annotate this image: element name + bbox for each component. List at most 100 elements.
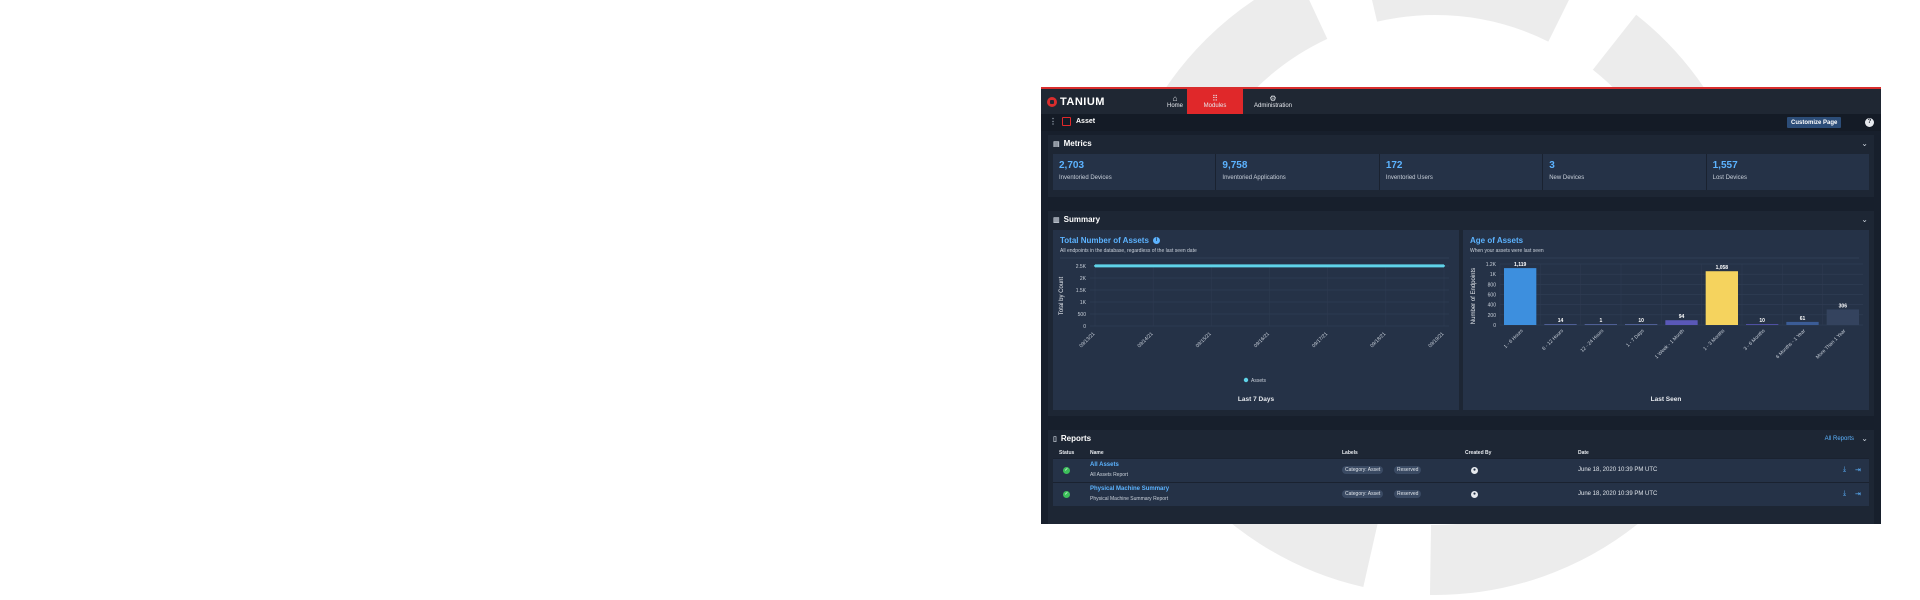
metric-value: 172 [1385, 160, 1403, 171]
legend-label: Assets [1251, 378, 1267, 384]
x-tick-label: 1 Week - 1 Month [1654, 328, 1686, 360]
reports-table-header: Status Name Labels Created By Date [1053, 448, 1869, 458]
bar [1584, 324, 1617, 325]
x-tick-label: 6 - 12 Hours [1541, 328, 1565, 352]
y-axis-label: Total by Count [1059, 276, 1065, 315]
label-chip[interactable]: Reserved [1394, 466, 1422, 474]
y-tick-label: 800 [1488, 282, 1497, 288]
legend-swatch [1243, 377, 1249, 383]
summary-header[interactable]: ▥ Summary [1053, 215, 1100, 224]
data-point [1326, 264, 1329, 267]
x-tick-label: 6 Months - 1 Year [1775, 328, 1807, 360]
metrics-header[interactable]: ▤ Metrics [1053, 139, 1092, 148]
summary-collapse-chevron-icon[interactable]: ⌄ [1861, 215, 1868, 224]
report-name-link[interactable]: Physical Machine Summary [1090, 486, 1169, 492]
col-date[interactable]: Date [1578, 450, 1589, 456]
reports-header[interactable]: ▯ Reports [1053, 434, 1091, 443]
all-reports-link[interactable]: All Reports [1825, 436, 1854, 442]
data-point [1443, 264, 1445, 267]
metric-value: 1,557 [1712, 160, 1738, 171]
summary-section: ▥ Summary ⌄ Total Number of Assets i All… [1048, 211, 1874, 416]
metric-label: Lost Devices [1712, 175, 1747, 181]
metric-inventoried-devices[interactable]: 2,703 Inventoried Devices [1053, 154, 1217, 190]
home-icon: ⌂ [1172, 94, 1178, 103]
bar-value-label: 94 [1679, 314, 1685, 320]
age-of-assets-panel: Age of Assets When your assets were last… [1463, 230, 1869, 410]
bar [1746, 324, 1779, 325]
nav-modules-label: Modules [1203, 103, 1227, 109]
tanium-logo[interactable]: TANIUM [1047, 96, 1105, 108]
y-tick-label: 400 [1488, 303, 1497, 309]
nav-home-label: Home [1166, 103, 1183, 109]
metric-inventoried-users[interactable]: 172 Inventoried Users [1380, 154, 1544, 190]
x-tick-label: 3 - 6 Months [1743, 328, 1767, 352]
report-name-link[interactable]: All Assets [1090, 462, 1119, 468]
export-icon[interactable]: ⇥ [1855, 490, 1861, 498]
metric-label: Inventoried Devices [1059, 175, 1112, 181]
metric-label: New Devices [1549, 175, 1585, 181]
bar-value-label: 1,119 [1514, 262, 1526, 268]
x-tick-label: 09/16/21 [1253, 331, 1271, 349]
chart-subtitle: All endpoints in the database, regardles… [1060, 248, 1197, 254]
info-icon[interactable]: i [1152, 237, 1160, 244]
nav-administration-label: Administration [1253, 103, 1292, 109]
col-name[interactable]: Name [1090, 450, 1104, 456]
x-tick-label: 09/15/21 [1195, 331, 1213, 349]
data-point [1268, 264, 1271, 267]
nav-administration[interactable]: ⚙ Administration [1243, 89, 1303, 114]
top-navigation: TANIUM ⌂ Home ⠿ Modules ⚙ Administration [1041, 89, 1881, 114]
bar [1625, 324, 1658, 325]
tanium-asset-window: TANIUM ⌂ Home ⠿ Modules ⚙ Administration… [1041, 87, 1881, 524]
table-row[interactable]: ✓ All Assets All Assets Report Category:… [1053, 458, 1869, 482]
data-point [1210, 264, 1213, 267]
gear-icon: ⚙ [1269, 94, 1277, 103]
export-icon[interactable]: ⇥ [1855, 466, 1861, 474]
col-status[interactable]: Status [1059, 450, 1074, 456]
metric-value: 3 [1549, 160, 1555, 171]
metrics-icon: ▤ [1053, 140, 1060, 148]
breadcrumb: ⋮ Asset [1049, 117, 1095, 126]
x-tick-label: 1 - 6 Hours [1503, 328, 1525, 350]
reports-collapse-chevron-icon[interactable]: ⌄ [1861, 434, 1868, 443]
y-tick-label: 1K [1490, 272, 1497, 278]
metric-label: Inventoried Users [1385, 175, 1433, 181]
metrics-section: ▤ Metrics ⌄ 2,703 Inventoried Devices 9,… [1048, 135, 1874, 197]
bar-value-label: 10 [1759, 318, 1765, 324]
bar-value-label: 61 [1800, 316, 1806, 322]
x-axis-label: Last Seen [1651, 396, 1682, 403]
y-tick-label: 2.5K [1076, 264, 1087, 270]
metrics-collapse-chevron-icon[interactable]: ⌄ [1861, 139, 1868, 148]
download-icon[interactable]: ⤓ [1843, 490, 1846, 498]
total-assets-title: Total Number of Assets i [1060, 236, 1160, 245]
tanium-logo-icon [1047, 97, 1057, 107]
y-axis-label: Number of Endpoints [1471, 268, 1477, 324]
total-assets-panel: Total Number of Assets i All endpoints i… [1053, 230, 1459, 410]
creator-avatar-icon: ● [1471, 467, 1478, 474]
customize-page-label: Customize Page [1791, 119, 1838, 126]
bar [1705, 271, 1738, 325]
total-assets-line-chart: 0 500 1K 1.5K 2K 2.5K 09/13/21 09/14/21 09/15/21… [1059, 257, 1449, 403]
document-icon: ▯ [1053, 435, 1057, 443]
metric-inventoried-applications[interactable]: 9,758 Inventoried Applications [1216, 154, 1380, 190]
col-created-by[interactable]: Created By [1465, 450, 1491, 456]
metric-value: 2,703 [1059, 160, 1085, 171]
label-chip[interactable]: Category: Asset [1342, 490, 1384, 498]
metric-new-devices[interactable]: 3 New Devices [1543, 154, 1707, 190]
download-icon[interactable]: ⤓ [1843, 466, 1846, 474]
chart-title: Age of Assets [1470, 236, 1524, 245]
customize-page-button[interactable]: Customize Page [1787, 117, 1842, 128]
kebab-menu-icon[interactable]: ⋮ [1049, 117, 1057, 126]
success-check-icon: ✓ [1063, 467, 1070, 474]
data-point [1094, 264, 1096, 267]
label-chip[interactable]: Category: Asset [1342, 466, 1384, 474]
bar-value-label: 306 [1839, 303, 1848, 309]
metric-lost-devices[interactable]: 1,557 Lost Devices [1707, 154, 1869, 190]
x-tick-label: 09/14/21 [1137, 331, 1155, 349]
col-labels[interactable]: Labels [1342, 450, 1358, 456]
table-row[interactable]: ✓ Physical Machine Summary Physical Mach… [1053, 482, 1869, 506]
brand-name: TANIUM [1060, 96, 1105, 108]
bar [1826, 309, 1859, 325]
help-icon[interactable]: ? [1865, 118, 1874, 127]
label-chip[interactable]: Reserved [1394, 490, 1422, 498]
nav-modules[interactable]: ⠿ Modules [1187, 89, 1243, 114]
